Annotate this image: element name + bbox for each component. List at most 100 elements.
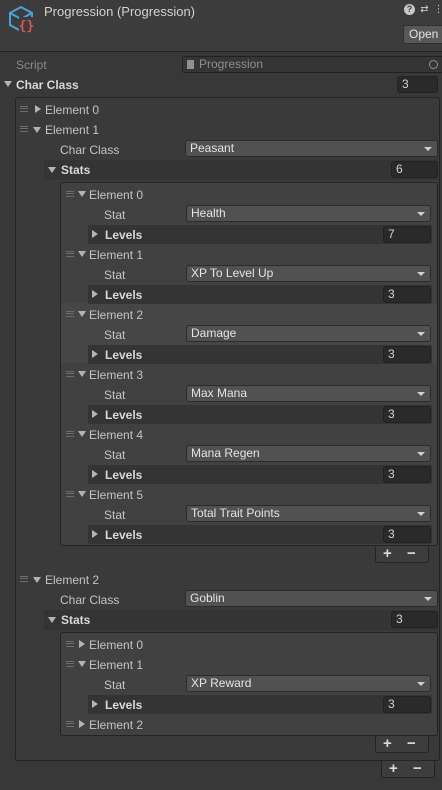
- element-0-label[interactable]: Element 0: [45, 103, 99, 117]
- levels-foldout-arrow[interactable]: [92, 530, 98, 538]
- stat-5-label[interactable]: Element 5: [89, 488, 143, 502]
- stat-5-foldout-arrow[interactable]: [78, 491, 86, 497]
- levels-size[interactable]: 3: [383, 526, 431, 543]
- element-1-foldout-arrow[interactable]: [33, 127, 41, 133]
- char-class-array-size[interactable]: 3: [397, 76, 438, 93]
- element-2-foldout-arrow[interactable]: [33, 577, 41, 583]
- levels-size[interactable]: 3: [383, 466, 431, 483]
- element-1-label[interactable]: Element 1: [45, 123, 99, 137]
- drag-handle[interactable]: [66, 431, 74, 437]
- remove-element-button[interactable]: −: [413, 761, 422, 777]
- stat-1-label[interactable]: Element 1: [89, 248, 143, 262]
- levels-foldout-arrow[interactable]: [92, 410, 98, 418]
- stat-dropdown[interactable]: Damage: [186, 325, 431, 342]
- char-class-dropdown[interactable]: Goblin: [185, 590, 438, 607]
- stat-dropdown[interactable]: Health: [186, 205, 431, 222]
- levels-label[interactable]: Levels: [105, 528, 142, 542]
- char-class-list-footer: + −: [381, 761, 435, 778]
- stats-size[interactable]: 3: [391, 611, 438, 628]
- stat-field-label: Stat: [104, 208, 126, 222]
- help-icon[interactable]: ?: [404, 4, 415, 15]
- drag-handle[interactable]: [66, 721, 74, 727]
- levels-size[interactable]: 7: [383, 226, 431, 243]
- stat-1-label[interactable]: Element 1: [89, 658, 143, 672]
- char-class-foldout-arrow[interactable]: [4, 81, 12, 87]
- remove-element-button[interactable]: −: [407, 736, 416, 752]
- levels-label[interactable]: Levels: [105, 228, 142, 242]
- chevron-down-icon: [417, 212, 425, 216]
- drag-handle[interactable]: [66, 251, 74, 257]
- stat-dropdown[interactable]: Total Trait Points: [186, 505, 431, 522]
- stat-dropdown[interactable]: Max Mana: [186, 385, 431, 402]
- levels-label[interactable]: Levels: [105, 468, 142, 482]
- stat-3-foldout-arrow[interactable]: [78, 371, 86, 377]
- levels-foldout-arrow[interactable]: [92, 700, 98, 708]
- stats-header-bar: [44, 610, 438, 630]
- element-0-foldout-arrow[interactable]: [35, 105, 41, 113]
- levels-label[interactable]: Levels: [105, 288, 142, 302]
- remove-element-button[interactable]: −: [407, 546, 416, 562]
- stat-3-label[interactable]: Element 3: [89, 368, 143, 382]
- chevron-down-icon: [417, 392, 425, 396]
- levels-label[interactable]: Levels: [105, 698, 142, 712]
- stat-dropdown[interactable]: Mana Regen: [186, 445, 431, 462]
- drag-handle[interactable]: [20, 576, 28, 582]
- stat-field-label: Stat: [104, 388, 126, 402]
- stat-4-label[interactable]: Element 4: [89, 428, 143, 442]
- stat-field-label: Stat: [104, 508, 126, 522]
- levels-label[interactable]: Levels: [105, 348, 142, 362]
- preset-settings-icon[interactable]: ⇄: [419, 4, 430, 15]
- more-options-icon[interactable]: ⋮: [433, 4, 442, 15]
- char-class-value: Peasant: [190, 141, 235, 155]
- stat-1-foldout-arrow[interactable]: [78, 251, 86, 257]
- stat-field-label: Stat: [104, 268, 126, 282]
- stat-1-foldout-arrow[interactable]: [78, 661, 86, 667]
- open-button[interactable]: Open: [403, 25, 442, 44]
- stats-foldout-arrow[interactable]: [48, 617, 56, 623]
- levels-size[interactable]: 3: [383, 406, 431, 423]
- levels-size[interactable]: 3: [383, 286, 431, 303]
- stat-2-foldout-arrow[interactable]: [79, 720, 85, 728]
- stats-foldout-arrow[interactable]: [48, 167, 56, 173]
- stat-dropdown[interactable]: XP To Level Up: [186, 265, 431, 282]
- stat-0-foldout-arrow[interactable]: [79, 640, 85, 648]
- levels-foldout-arrow[interactable]: [92, 230, 98, 238]
- char-class-dropdown[interactable]: Peasant: [185, 140, 438, 157]
- stat-4-foldout-arrow[interactable]: [78, 431, 86, 437]
- levels-foldout-arrow[interactable]: [92, 290, 98, 298]
- drag-handle[interactable]: [66, 641, 74, 647]
- add-element-button[interactable]: +: [389, 761, 398, 777]
- stat-0-foldout-arrow[interactable]: [78, 191, 86, 197]
- stat-0-label[interactable]: Element 0: [89, 638, 143, 652]
- stat-2-label[interactable]: Element 2: [89, 308, 143, 322]
- element-2-label[interactable]: Element 2: [45, 573, 99, 587]
- add-element-button[interactable]: +: [383, 546, 392, 562]
- object-picker-icon[interactable]: [429, 60, 438, 69]
- stat-dropdown[interactable]: XP Reward: [186, 675, 431, 692]
- drag-handle[interactable]: [66, 191, 74, 197]
- stats-label[interactable]: Stats: [61, 613, 90, 627]
- stats-size[interactable]: 6: [391, 161, 438, 178]
- add-element-button[interactable]: +: [383, 736, 392, 752]
- chevron-down-icon: [417, 512, 425, 516]
- char-class-array-label[interactable]: Char Class: [16, 78, 79, 92]
- drag-handle[interactable]: [66, 311, 74, 317]
- drag-handle[interactable]: [66, 491, 74, 497]
- chevron-down-icon: [417, 452, 425, 456]
- drag-handle[interactable]: [20, 106, 28, 112]
- levels-foldout-arrow[interactable]: [92, 350, 98, 358]
- drag-handle[interactable]: [66, 661, 74, 667]
- levels-label[interactable]: Levels: [105, 408, 142, 422]
- levels-foldout-arrow[interactable]: [92, 470, 98, 478]
- stats-label[interactable]: Stats: [61, 163, 90, 177]
- levels-size[interactable]: 3: [383, 696, 431, 713]
- char-class-field-label: Char Class: [60, 593, 120, 607]
- stat-2-label[interactable]: Element 2: [89, 718, 143, 732]
- drag-handle[interactable]: [66, 371, 74, 377]
- stat-0-label[interactable]: Element 0: [89, 188, 143, 202]
- stat-value: XP Reward: [191, 676, 252, 690]
- drag-handle[interactable]: [20, 126, 28, 132]
- levels-size[interactable]: 3: [383, 346, 431, 363]
- chevron-down-icon: [417, 682, 425, 686]
- stat-2-foldout-arrow[interactable]: [78, 311, 86, 317]
